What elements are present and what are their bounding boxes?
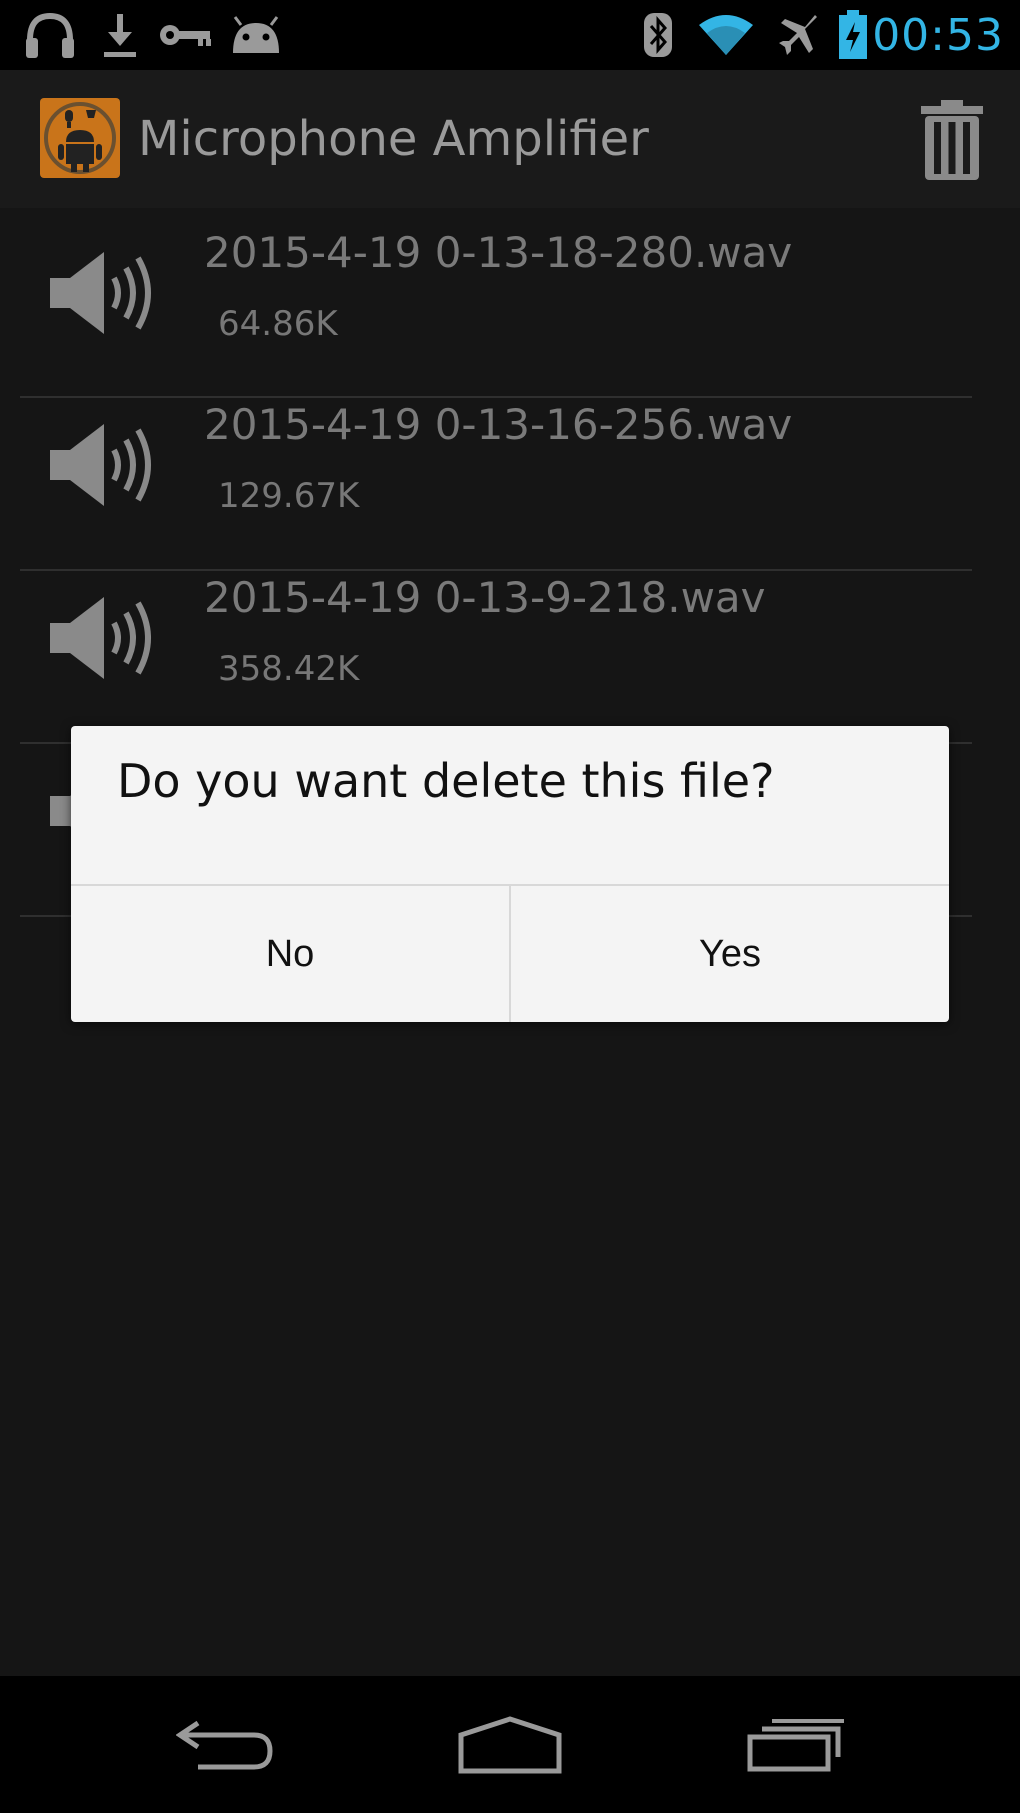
screen: 00:53 Microphone Amplifier 2015-4-19 0-1… <box>0 0 1020 1813</box>
home-icon <box>458 1715 562 1773</box>
confirm-delete-dialog: Do you want delete this file? No Yes <box>71 726 949 1022</box>
yes-button[interactable]: Yes <box>511 886 949 1022</box>
dialog-message: Do you want delete this file? <box>117 754 775 808</box>
recent-apps-icon <box>747 1718 844 1771</box>
no-button[interactable]: No <box>71 886 509 1022</box>
back-icon <box>176 1720 273 1769</box>
recent-apps-button[interactable] <box>696 1676 896 1813</box>
home-button[interactable] <box>410 1676 610 1813</box>
back-button[interactable] <box>126 1676 326 1813</box>
navigation-bar <box>0 1676 1020 1813</box>
